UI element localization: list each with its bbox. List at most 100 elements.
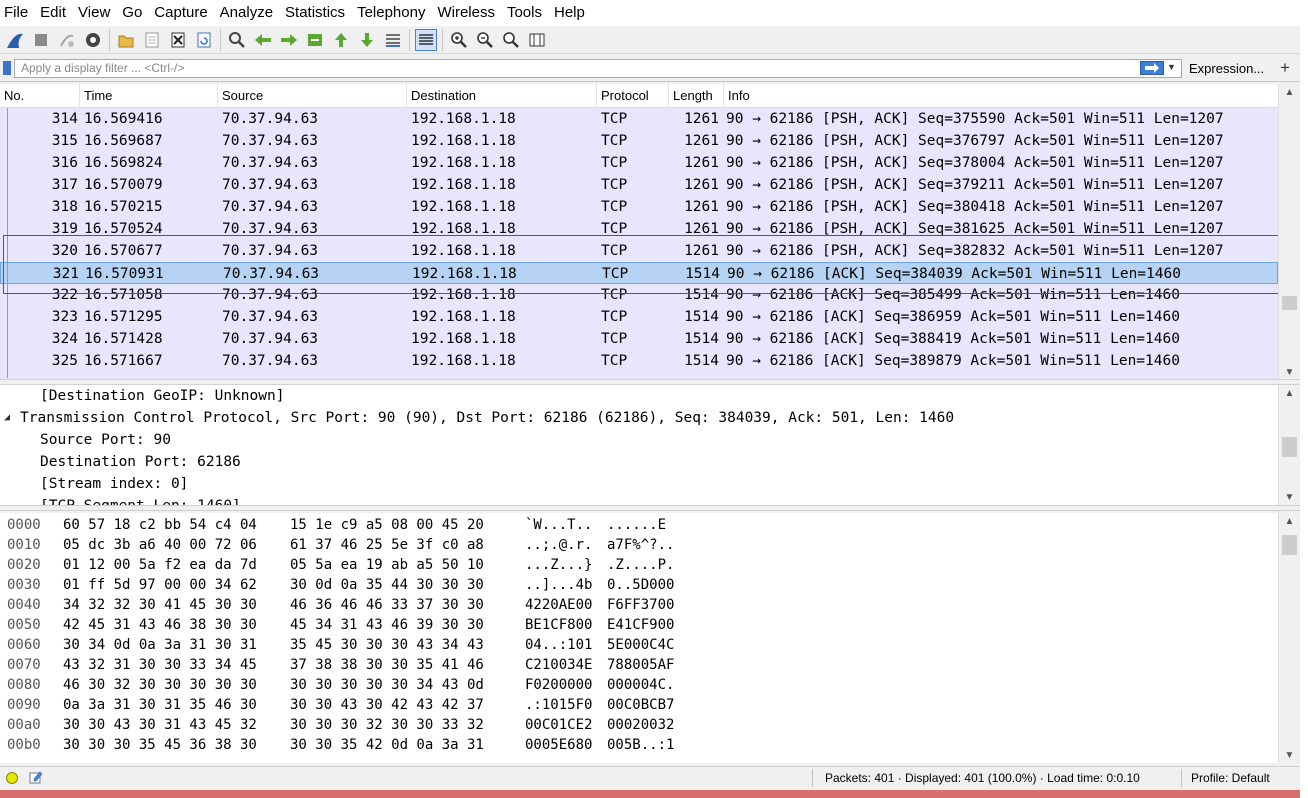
find-packet-icon[interactable]	[226, 29, 248, 51]
packet-row[interactable]: 318 16.570215 70.37.94.63 192.168.1.18 TCP 12…	[0, 196, 1278, 218]
scroll-thumb[interactable]	[1282, 437, 1297, 457]
hex-bytes[interactable]: 30 30 43 30 31 43 45 32	[63, 715, 257, 735]
open-folder-icon[interactable]	[115, 29, 137, 51]
column-protocol[interactable]: Protocol	[597, 84, 669, 108]
ascii-bytes[interactable]: 00020032	[607, 715, 674, 735]
zoom-out-icon[interactable]	[474, 29, 496, 51]
expert-info-icon[interactable]	[6, 772, 18, 784]
column-length[interactable]: Length	[669, 84, 724, 108]
hex-bytes[interactable]: 46 30 32 30 30 30 30 30	[63, 675, 257, 695]
packet-row[interactable]: 323 16.571295 70.37.94.63 192.168.1.18 TCP 15…	[0, 306, 1278, 328]
hex-bytes[interactable]: 15 1e c9 a5 08 00 45 20	[290, 515, 484, 535]
hex-bytes[interactable]: 30 34 0d 0a 3a 31 30 31	[63, 635, 257, 655]
hex-bytes[interactable]: 45 34 31 43 46 39 30 30	[290, 615, 484, 635]
column-destination[interactable]: Destination	[407, 84, 597, 108]
menu-view[interactable]: View	[72, 0, 116, 26]
ascii-bytes[interactable]: ...Z...}	[525, 555, 592, 575]
menu-telephony[interactable]: Telephony	[351, 0, 431, 26]
scroll-down-icon[interactable]: ▼	[1279, 489, 1300, 505]
menu-analyze[interactable]: Analyze	[214, 0, 279, 26]
hex-bytes[interactable]: 34 32 32 30 41 45 30 30	[63, 595, 257, 615]
zoom-normal-icon[interactable]	[500, 29, 522, 51]
ascii-bytes[interactable]: 0005E680	[525, 735, 592, 755]
apply-filter-arrow-icon[interactable]	[1140, 61, 1164, 75]
hex-bytes[interactable]: 35 45 30 30 30 43 34 43	[290, 635, 484, 655]
ascii-bytes[interactable]: ..;.@.r.	[525, 535, 592, 555]
go-to-packet-icon[interactable]	[304, 29, 326, 51]
ascii-bytes[interactable]: ..]...4b	[525, 575, 592, 595]
packet-list-scrollbar[interactable]: ▲ ▼	[1278, 84, 1300, 380]
hex-bytes[interactable]: 37 38 38 30 30 35 41 46	[290, 655, 484, 675]
shark-fin-start-icon[interactable]	[4, 29, 26, 51]
ascii-bytes[interactable]: 788005AF	[607, 655, 674, 675]
ascii-bytes[interactable]: 04..:101	[525, 635, 592, 655]
colorize-icon[interactable]	[415, 28, 437, 51]
ascii-bytes[interactable]: 000004C.	[607, 675, 674, 695]
close-file-icon[interactable]	[167, 29, 189, 51]
packet-row[interactable]: 325 16.571667 70.37.94.63 192.168.1.18 TCP 15…	[0, 350, 1278, 372]
detail-row[interactable]: Source Port: 90	[0, 429, 1278, 451]
column-no[interactable]: No.	[0, 84, 80, 108]
filter-bookmark-icon[interactable]	[3, 61, 11, 75]
collapse-triangle-icon[interactable]: ◢	[4, 407, 10, 429]
filter-history-dropdown-icon[interactable]: ▼	[1167, 62, 1176, 72]
detail-row[interactable]: ◢ Transmission Control Protocol, Src Port…	[0, 407, 1278, 429]
ascii-bytes[interactable]: 4220AE00	[525, 595, 592, 615]
detail-row[interactable]: Destination Port: 62186	[0, 451, 1278, 473]
ascii-bytes[interactable]: 00C01CE2	[525, 715, 592, 735]
packet-row[interactable]: 315 16.569687 70.37.94.63 192.168.1.18 TCP 12…	[0, 130, 1278, 152]
pane-splitter[interactable]	[0, 505, 1300, 511]
go-last-icon[interactable]	[356, 29, 378, 51]
hex-bytes[interactable]: 30 30 30 35 45 36 38 30	[63, 735, 257, 755]
ascii-bytes[interactable]: F0200000	[525, 675, 592, 695]
scroll-down-icon[interactable]: ▼	[1279, 747, 1300, 763]
hex-bytes[interactable]: 01 12 00 5a f2 ea da 7d	[63, 555, 257, 575]
ascii-bytes[interactable]: BE1CF800	[525, 615, 592, 635]
hex-bytes[interactable]: 30 30 35 42 0d 0a 3a 31	[290, 735, 484, 755]
hex-bytes[interactable]: 60 57 18 c2 bb 54 c4 04	[63, 515, 257, 535]
hex-bytes[interactable]: 30 30 30 32 30 30 33 32	[290, 715, 484, 735]
detail-row[interactable]: [Stream index: 0]	[0, 473, 1278, 495]
reload-icon[interactable]	[193, 29, 215, 51]
ascii-bytes[interactable]: 5E000C4C	[607, 635, 674, 655]
menu-edit[interactable]: Edit	[34, 0, 72, 26]
menu-statistics[interactable]: Statistics	[279, 0, 351, 26]
restart-icon[interactable]	[56, 29, 78, 51]
save-file-icon[interactable]	[141, 29, 163, 51]
go-first-icon[interactable]	[330, 29, 352, 51]
hex-bytes[interactable]: 61 37 46 25 5e 3f c0 a8	[290, 535, 484, 555]
hex-bytes[interactable]: 30 30 30 30 30 34 43 0d	[290, 675, 484, 695]
column-time[interactable]: Time	[80, 84, 218, 108]
menu-help[interactable]: Help	[548, 0, 591, 26]
menu-tools[interactable]: Tools	[501, 0, 548, 26]
packet-row[interactable]: 316 16.569824 70.37.94.63 192.168.1.18 TCP 12…	[0, 152, 1278, 174]
ascii-bytes[interactable]: 00C0BCB7	[607, 695, 674, 715]
scroll-down-icon[interactable]: ▼	[1279, 364, 1300, 380]
hex-bytes[interactable]: 05 dc 3b a6 40 00 72 06	[63, 535, 257, 555]
packet-row[interactable]: 324 16.571428 70.37.94.63 192.168.1.18 TCP 15…	[0, 328, 1278, 350]
column-source[interactable]: Source	[218, 84, 407, 108]
detail-row[interactable]: [Destination GeoIP: Unknown]	[0, 385, 1278, 407]
ascii-bytes[interactable]: .Z....P.	[607, 555, 674, 575]
ascii-bytes[interactable]: F6FF3700	[607, 595, 674, 615]
add-filter-button[interactable]: +	[1280, 57, 1290, 79]
hex-bytes[interactable]: 0a 3a 31 30 31 35 46 30	[63, 695, 257, 715]
details-scrollbar[interactable]: ▲ ▼	[1278, 385, 1300, 505]
menu-go[interactable]: Go	[116, 0, 148, 26]
go-forward-icon[interactable]	[278, 29, 300, 51]
hex-bytes[interactable]: 30 30 43 30 42 43 42 37	[290, 695, 484, 715]
zoom-in-icon[interactable]	[448, 29, 470, 51]
ascii-bytes[interactable]: .:1015F0	[525, 695, 592, 715]
go-back-icon[interactable]	[252, 29, 274, 51]
profile-status[interactable]: Profile: Default	[1191, 767, 1270, 789]
menu-wireless[interactable]: Wireless	[431, 0, 501, 26]
scroll-thumb[interactable]	[1282, 535, 1297, 555]
menu-capture[interactable]: Capture	[148, 0, 213, 26]
options-gear-icon[interactable]	[82, 29, 104, 51]
scroll-up-icon[interactable]: ▲	[1279, 513, 1300, 529]
hex-bytes[interactable]: 01 ff 5d 97 00 00 34 62	[63, 575, 257, 595]
expression-button[interactable]: Expression...	[1189, 59, 1264, 78]
ascii-bytes[interactable]: `W...T..	[525, 515, 592, 535]
scroll-up-icon[interactable]: ▲	[1279, 84, 1300, 100]
autoscroll-icon[interactable]	[382, 29, 404, 51]
